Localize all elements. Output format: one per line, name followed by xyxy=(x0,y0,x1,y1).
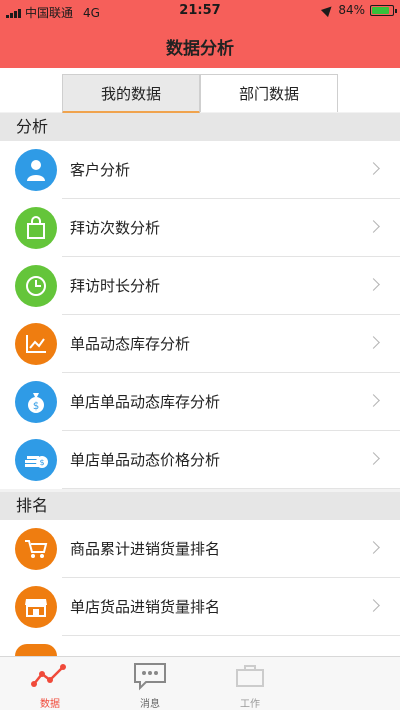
list-item-label: 客户分析 xyxy=(70,161,131,179)
svg-text:$: $ xyxy=(33,401,39,412)
tabbar-item-messages[interactable]: 消息 xyxy=(110,661,190,710)
work-icon xyxy=(210,661,290,691)
list-item-label: 拜访时长分析 xyxy=(70,277,161,295)
nav-bar: 数据分析 xyxy=(0,22,400,68)
tab-my-data[interactable]: 我的数据 xyxy=(62,74,200,114)
line-chart-icon xyxy=(15,323,57,365)
tabbar-item-work[interactable]: 工作 xyxy=(210,661,290,710)
status-bar: 中国联通 4G 21:57 84% xyxy=(0,0,400,22)
chevron-right-icon xyxy=(367,220,380,233)
tab-department-data[interactable]: 部门数据 xyxy=(200,74,338,112)
list-item-single-product-inventory[interactable]: 单品动态库存分析 xyxy=(0,315,400,373)
page-title: 数据分析 xyxy=(166,39,234,59)
list-item-label: 单店单品动态价格分析 xyxy=(70,451,221,469)
store-icon xyxy=(15,586,57,628)
cart-icon xyxy=(15,528,57,570)
list-item-store-product-price[interactable]: $ 单店单品动态价格分析 xyxy=(0,431,400,489)
chevron-right-icon xyxy=(367,162,380,175)
data-chart-icon xyxy=(10,661,90,691)
chevron-right-icon xyxy=(367,278,380,291)
tabbar-label: 消息 xyxy=(140,699,160,710)
segment-tabs: 我的数据 部门数据 xyxy=(0,68,400,114)
list-item-label: 拜访次数分析 xyxy=(70,219,161,237)
bottom-tab-bar: 数据 消息 工作 xyxy=(0,656,400,710)
list-item-product-sales-ranking[interactable]: 商品累计进销货量排名 xyxy=(0,520,400,578)
chevron-right-icon xyxy=(367,394,380,407)
list-item-store-product-inventory[interactable]: $ 单店单品动态库存分析 xyxy=(0,373,400,431)
section-header-ranking: 排名 xyxy=(0,492,400,520)
coins-icon: $ xyxy=(15,439,57,481)
list-item-store-sales-ranking[interactable]: 单店货品进销货量排名 xyxy=(0,578,400,636)
clock-icon xyxy=(15,265,57,307)
location-arrow-icon xyxy=(321,2,336,18)
section-header-analysis: 分析 xyxy=(0,113,400,141)
tabbar-label: 工作 xyxy=(240,699,260,710)
list-item-visit-duration-analysis[interactable]: 拜访时长分析 xyxy=(0,257,400,315)
shopping-bag-icon xyxy=(15,207,57,249)
tabbar-label: 数据 xyxy=(40,699,60,710)
list-item-label: 单品动态库存分析 xyxy=(70,335,191,353)
list-item-label: 单店货品进销货量排名 xyxy=(70,598,221,616)
person-icon xyxy=(15,149,57,191)
message-icon xyxy=(110,661,190,691)
list-item-visit-count-analysis[interactable]: 拜访次数分析 xyxy=(0,199,400,257)
money-bag-icon: $ xyxy=(15,381,57,423)
list-item-label: 商品累计进销货量排名 xyxy=(70,540,221,558)
chevron-right-icon xyxy=(367,541,380,554)
chevron-right-icon xyxy=(367,599,380,612)
tabbar-item-data[interactable]: 数据 xyxy=(10,661,90,710)
battery-icon xyxy=(370,4,397,16)
chevron-right-icon xyxy=(367,452,380,465)
svg-text:$: $ xyxy=(39,458,44,467)
chevron-right-icon xyxy=(367,336,380,349)
list-item-customer-analysis[interactable]: 客户分析 xyxy=(0,141,400,199)
list-item-partial xyxy=(0,636,400,656)
list-item-label: 单店单品动态库存分析 xyxy=(70,393,221,411)
battery-percent: 84% xyxy=(338,3,365,17)
partial-icon xyxy=(15,644,57,656)
